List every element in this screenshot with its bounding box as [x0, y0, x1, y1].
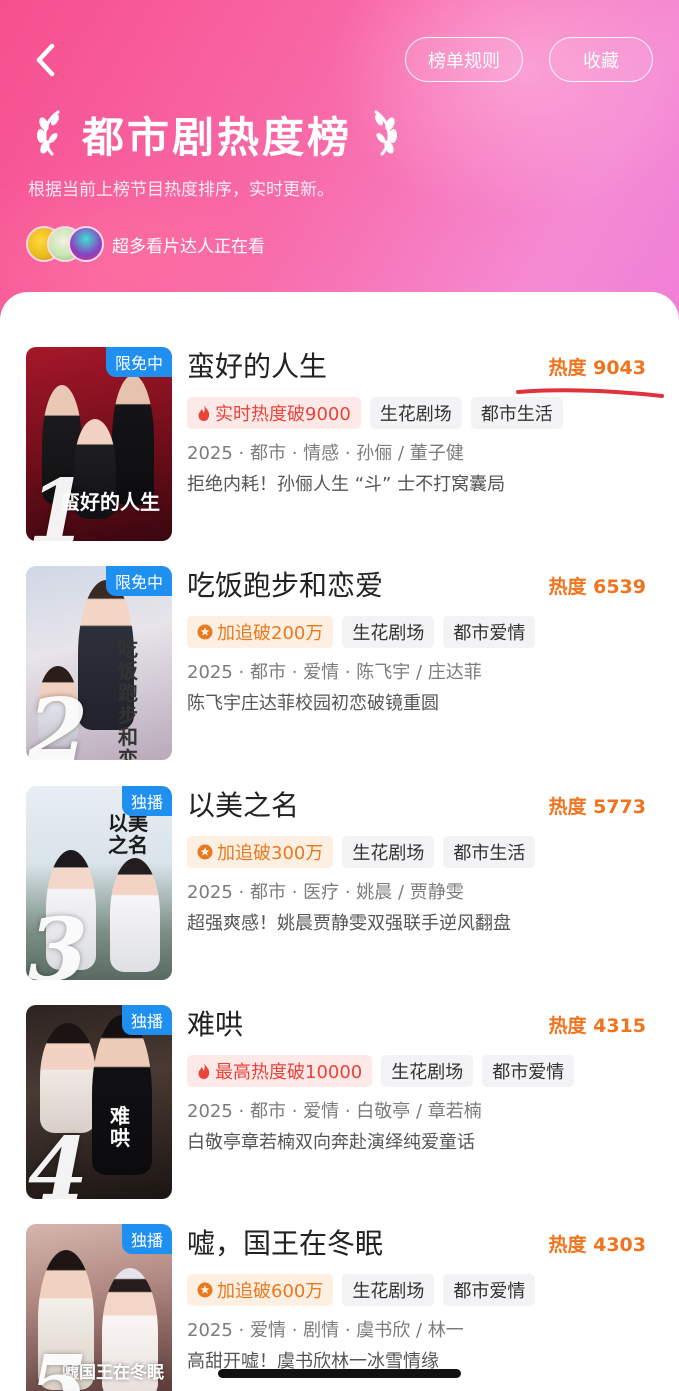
highlight-tag-label: 加追破600万 [217, 1281, 324, 1302]
watcher-avatars [26, 226, 104, 262]
highlight-tag: 实时热度破9000 [187, 397, 361, 429]
highlight-tag-label: 最高热度破10000 [215, 1062, 363, 1083]
tag[interactable]: 都市生活 [443, 836, 536, 868]
rank-number: 2 [28, 680, 88, 761]
page-subtitle: 根据当前上榜节目热度排序，实时更新。 [28, 180, 334, 200]
free-badge: 限免中 [105, 347, 172, 377]
title-row: 都市剧热度榜 [30, 104, 404, 164]
list-item[interactable]: 嘘国王在冬眠 5 独播 嘘，国王在冬眠 热度 4303 加追破600万 生花剧场… [0, 1224, 679, 1391]
exclusive-badge: 独播 [121, 786, 172, 816]
favorite-button[interactable]: 收藏 [549, 37, 653, 82]
exclusive-badge: 独播 [121, 1005, 172, 1035]
show-title[interactable]: 难哄 [187, 1005, 243, 1045]
rank-number: 3 [28, 900, 88, 981]
page-title: 都市剧热度榜 [82, 112, 353, 162]
poster-figure [92, 1015, 152, 1175]
tag[interactable]: 都市爱情 [443, 616, 536, 648]
tag-row: 加追破200万 生花剧场 都市爱情 [187, 616, 536, 648]
highlight-tag: 加追破300万 [187, 836, 334, 868]
poster-image: 以美之名 3 独播 [26, 786, 172, 980]
list-item[interactable]: 以美之名 3 独播 以美之名 热度 5773 加追破300万 生花剧场 都市生活… [0, 786, 679, 986]
laurel-right-icon [374, 110, 398, 156]
flame-icon [197, 1062, 211, 1080]
poster-title: 难哄 [110, 1104, 130, 1150]
heat-score: 热度 6539 [548, 576, 647, 598]
tag-row: 最高热度破10000 生花剧场 都市爱情 [187, 1055, 575, 1087]
show-title[interactable]: 蛮好的人生 [187, 347, 327, 387]
watchers-text: 超多看片达人正在看 [112, 237, 265, 257]
heat-score: 热度 4303 [548, 1234, 647, 1256]
poster-figure [40, 1023, 96, 1133]
exclusive-badge: 独播 [121, 1224, 172, 1254]
tag[interactable]: 生花剧场 [342, 1274, 435, 1306]
laurel-left-icon [36, 110, 60, 156]
tag[interactable]: 生花剧场 [381, 1055, 474, 1087]
show-meta: 2025 · 都市 · 医疗 · 姚晨 / 贾静雯 [187, 882, 464, 903]
list-item[interactable]: 难哄 4 独播 难哄 热度 4315 最高热度破10000 生花剧场 都市爱情 … [0, 1005, 679, 1205]
show-title[interactable]: 以美之名 [187, 786, 299, 826]
highlight-tag: 最高热度破10000 [187, 1055, 373, 1087]
show-meta: 2025 · 都市 · 爱情 · 陈飞宇 / 庄达菲 [187, 662, 482, 683]
poster-figure [110, 858, 160, 972]
tag[interactable]: 都市爱情 [482, 1055, 575, 1087]
show-meta: 2025 · 都市 · 爱情 · 白敬亭 / 章若楠 [187, 1101, 482, 1122]
list-item[interactable]: 吃饭跑步和恋爱 2 限免中 吃饭跑步和恋爱 热度 6539 加追破200万 生花… [0, 566, 679, 766]
tag-row: 加追破300万 生花剧场 都市生活 [187, 836, 536, 868]
highlight-tag: 加追破200万 [187, 616, 334, 648]
tag-row: 实时热度破9000 生花剧场 都市生活 [187, 397, 563, 429]
back-button[interactable] [30, 40, 64, 80]
red-underline-annotation [516, 388, 664, 398]
poster-title: 吃饭跑步和恋爱 [118, 637, 138, 760]
show-description: 拒绝内耗！孙俪人生 “斗” 士不打窝囊局 [187, 474, 506, 495]
show-meta: 2025 · 都市 · 情感 · 孙俪 / 董子健 [187, 443, 464, 464]
heat-score: 热度 5773 [548, 796, 647, 818]
poster-image: 难哄 4 独播 [26, 1005, 172, 1199]
tag[interactable]: 生花剧场 [342, 616, 435, 648]
poster-title: 以美之名 [108, 811, 148, 857]
star-badge-icon [197, 1282, 213, 1298]
show-description: 白敬亭章若楠双向奔赴演绎纯爱童话 [187, 1132, 475, 1153]
chevron-left-icon [36, 43, 55, 77]
poster-image: 吃饭跑步和恋爱 2 限免中 [26, 566, 172, 760]
tag[interactable]: 生花剧场 [369, 397, 462, 429]
show-title[interactable]: 吃饭跑步和恋爱 [187, 566, 383, 606]
highlight-tag-label: 加追破200万 [217, 623, 324, 644]
home-indicator[interactable] [218, 1369, 461, 1378]
rank-number: 4 [28, 1119, 88, 1200]
highlight-tag-label: 实时热度破9000 [215, 404, 351, 425]
poster-image: 蛮好的人生 1 限免中 [26, 347, 172, 541]
highlight-tag: 加追破600万 [187, 1274, 334, 1306]
rank-number: 5 [28, 1337, 88, 1391]
tag-row: 加追破600万 生花剧场 都市爱情 [187, 1274, 536, 1306]
list-item[interactable]: 蛮好的人生 1 限免中 蛮好的人生 热度 9043 实时热度破9000 生花剧场… [0, 347, 679, 547]
show-title[interactable]: 嘘，国王在冬眠 [187, 1224, 383, 1264]
show-description: 陈飞宇庄达菲校园初恋破镜重圆 [187, 693, 439, 714]
heat-score: 热度 9043 [548, 357, 647, 379]
star-badge-icon [197, 624, 213, 640]
header-banner: 榜单规则 收藏 都市剧热度榜 根据当前上榜节目热度排序，实时更新。 超多看片达人… [0, 0, 679, 340]
flame-icon [197, 404, 211, 422]
poster-image: 嘘国王在冬眠 5 独播 [26, 1224, 172, 1391]
show-description: 超强爽感！姚晨贾静雯双强联手逆风翻盘 [187, 913, 511, 934]
tag[interactable]: 都市爱情 [443, 1274, 536, 1306]
avatar [68, 226, 104, 262]
show-meta: 2025 · 爱情 · 剧情 · 虞书欣 / 林一 [187, 1320, 464, 1341]
heat-score: 热度 4315 [548, 1015, 647, 1037]
rules-button[interactable]: 榜单规则 [405, 37, 523, 82]
rank-number: 1 [28, 461, 88, 542]
highlight-tag-label: 加追破300万 [217, 843, 324, 864]
star-badge-icon [197, 844, 213, 860]
tag[interactable]: 生花剧场 [342, 836, 435, 868]
free-badge: 限免中 [105, 566, 172, 596]
